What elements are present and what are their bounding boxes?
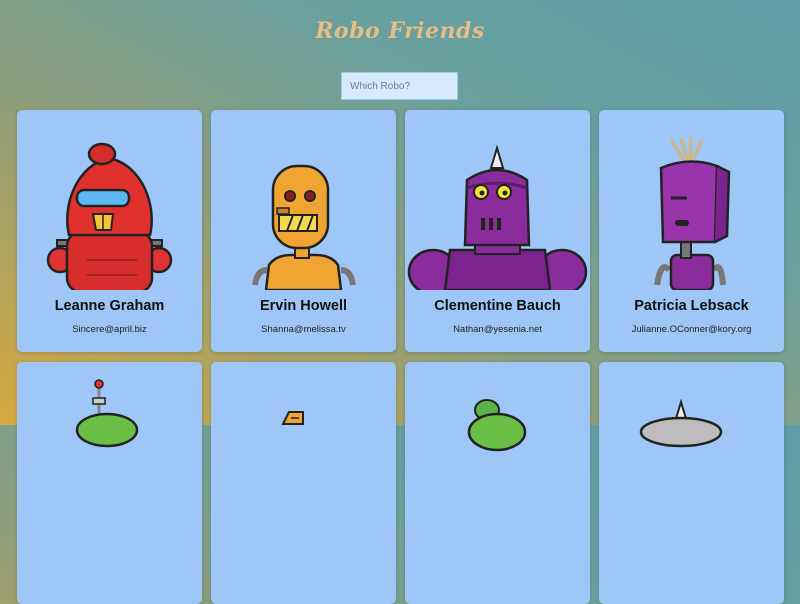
robot-card[interactable]: Clementine Bauch Nathan@yesenia.net (405, 110, 590, 352)
robot-email: Julianne.OConner@kory.org (631, 324, 752, 335)
orange-robot-avatar (281, 411, 304, 425)
robot-name: Clementine Bauch (434, 298, 561, 314)
robot-email: Nathan@yesenia.net (453, 324, 542, 335)
green-antenna-robot-avatar (75, 379, 139, 448)
robot-card[interactable] (211, 362, 396, 604)
robot-card[interactable]: Patricia Lebsack Julianne.OConner@kory.o… (599, 110, 784, 352)
green-dome-robot-avatar (467, 399, 527, 452)
robot-name: Ervin Howell (259, 298, 348, 314)
robot-card[interactable] (17, 362, 202, 604)
red-robot-avatar (46, 142, 173, 290)
robot-name: Leanne Graham (54, 298, 165, 314)
orange-robot-avatar (252, 164, 356, 290)
robot-card[interactable]: Leanne Graham Sincere@april.biz (17, 110, 202, 352)
robot-card[interactable] (405, 362, 590, 604)
purple-box-robot-avatar (654, 136, 731, 290)
purple-horned-robot-avatar (407, 144, 588, 290)
search-input[interactable] (341, 72, 458, 100)
robot-card[interactable]: Ervin Howell Shanna@melissa.tv (211, 110, 396, 352)
app-title: Robo Friends (315, 18, 485, 44)
robot-name: Patricia Lebsack (634, 298, 749, 314)
silver-horned-robot-avatar (639, 398, 723, 448)
robot-card[interactable] (599, 362, 784, 604)
robot-email: Sincere@april.biz (72, 324, 147, 335)
robot-email: Shanna@melissa.tv (261, 324, 346, 335)
